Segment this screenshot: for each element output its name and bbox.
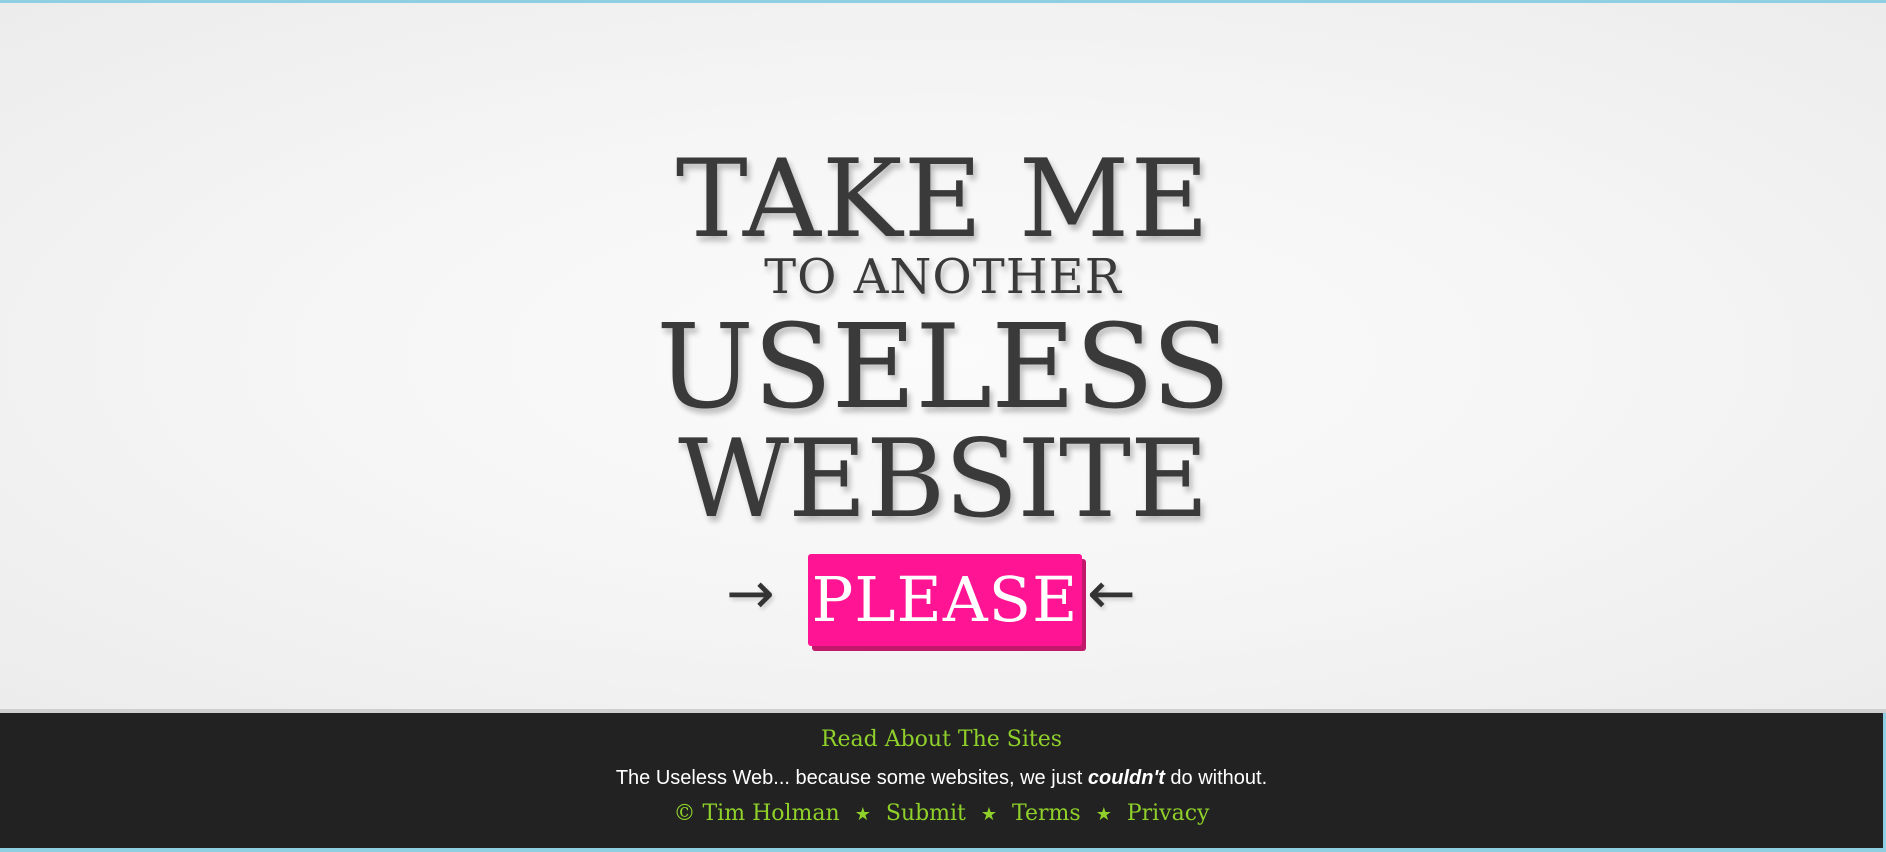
headline-line-useless: USELESS <box>656 300 1231 435</box>
copyright-icon: © <box>673 801 696 826</box>
footer-links: © Tim Holman ★ Submit ★ Terms ★ Privacy <box>0 801 1883 826</box>
terms-link[interactable]: Terms <box>1012 801 1081 826</box>
star-icon: ★ <box>1095 804 1112 825</box>
tim-holman-link[interactable]: Tim Holman <box>703 801 840 826</box>
arrow-right-icon: → <box>726 559 775 627</box>
footer: Read About The Sites The Useless Web... … <box>0 713 1883 848</box>
hero-section: TAKE ME TO ANOTHER USELESS WEBSITE → PLE… <box>0 3 1886 709</box>
star-icon: ★ <box>854 804 871 825</box>
headline-line-to-another: TO ANOTHER <box>764 249 1122 305</box>
tagline-start: The Useless Web... because some websites… <box>615 767 1088 789</box>
please-button[interactable]: PLEASE <box>808 554 1082 646</box>
headline-line-take-me: TAKE ME <box>675 137 1211 262</box>
tagline-emphasis: couldn't <box>1087 767 1165 789</box>
footer-bottom-border <box>0 848 1886 852</box>
footer-tagline: The Useless Web... because some websites… <box>0 767 1883 790</box>
arrow-left-icon: ← <box>1087 559 1136 627</box>
star-icon: ★ <box>980 804 998 825</box>
action-row: → PLEASE ← <box>0 554 1886 650</box>
headline-line-website: WEBSITE <box>678 417 1209 542</box>
submit-link[interactable]: Submit <box>886 801 966 826</box>
read-about-sites-link[interactable]: Read About The Sites <box>0 727 1883 752</box>
tagline-end: do without. <box>1164 767 1268 789</box>
privacy-link[interactable]: Privacy <box>1127 801 1210 826</box>
